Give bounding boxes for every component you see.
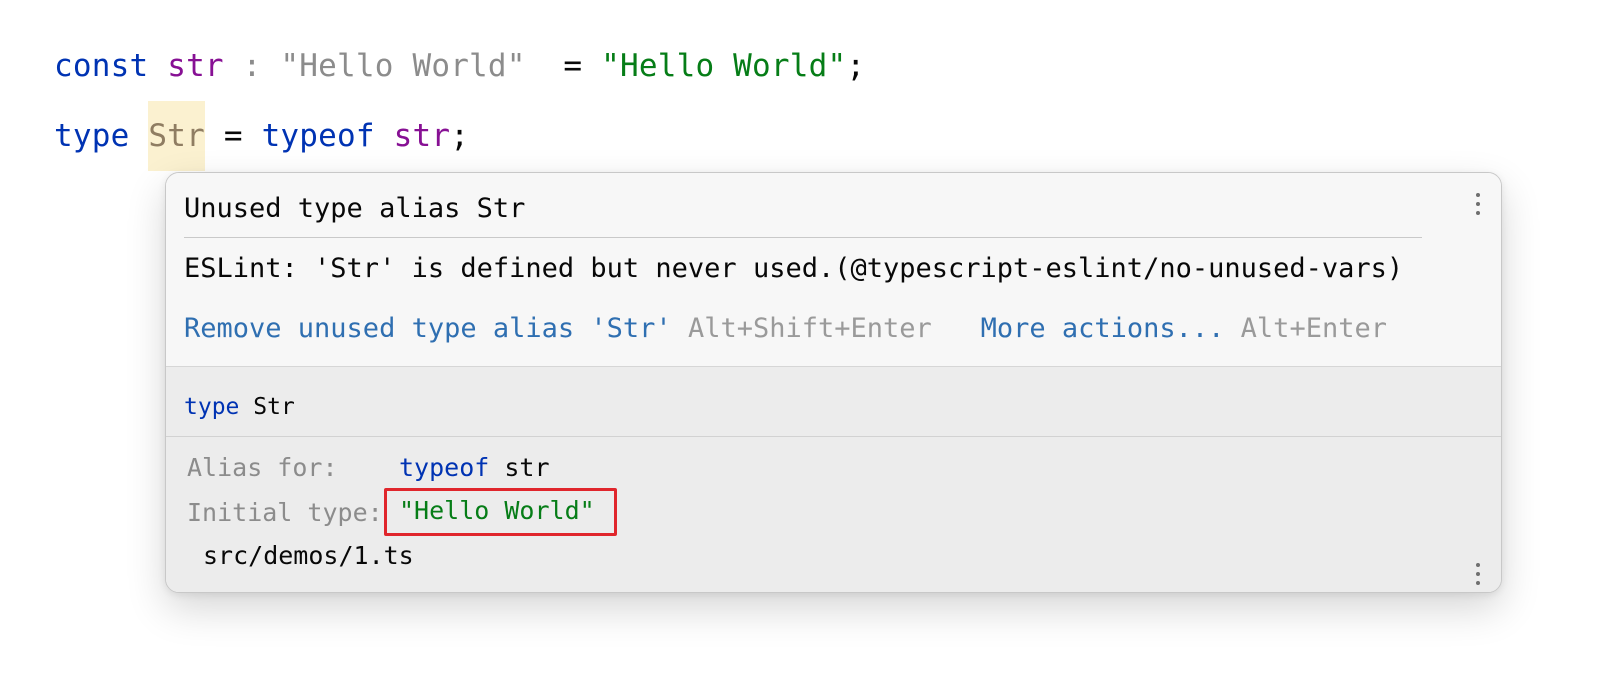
semicolon: ; <box>846 48 866 84</box>
keyword-typeof: typeof <box>261 118 375 154</box>
shortcut-hint: Alt+Enter <box>1240 313 1387 344</box>
divider <box>166 436 1501 437</box>
type-definition: type Str <box>184 390 295 424</box>
inspection-popup: Unused type alias Str ESLint: 'Str' is d… <box>165 172 1502 593</box>
divider <box>184 237 1422 238</box>
keyword-type: type <box>184 394 240 420</box>
code-line-const: const str : "Hello World" = "Hello World… <box>54 46 865 86</box>
type-name: Str <box>253 394 295 420</box>
semicolon: ; <box>450 118 470 154</box>
more-options-icon[interactable] <box>1468 559 1488 589</box>
more-options-icon[interactable] <box>1468 189 1488 219</box>
file-path[interactable]: src/demos/1.ts <box>203 539 414 573</box>
inlay-hint-colon: : <box>242 48 262 84</box>
keyword-const: const <box>54 48 149 84</box>
more-actions-link[interactable]: More actions... <box>981 313 1225 344</box>
initial-type-value: "Hello World" <box>399 496 595 525</box>
equals-operator: = <box>223 118 243 154</box>
type-alias-name-highlighted[interactable]: Str <box>148 101 205 171</box>
alias-for-value: typeof str <box>399 451 550 485</box>
initial-type-label: Initial type: <box>187 498 383 527</box>
variable-str[interactable]: str <box>167 48 224 84</box>
alias-ref[interactable]: str <box>504 453 549 482</box>
string-literal[interactable]: "Hello World" <box>601 48 846 84</box>
code-line-type: type Str = typeof str; <box>54 101 470 171</box>
quick-actions: Remove unused type alias 'Str' Alt+Shift… <box>184 309 1387 349</box>
eslint-message: ESLint: 'Str' is defined but never used.… <box>184 253 1404 284</box>
variable-ref-str[interactable]: str <box>394 118 451 154</box>
remove-unused-alias-link[interactable]: Remove unused type alias 'Str' <box>184 313 672 344</box>
shortcut-hint: Alt+Shift+Enter <box>687 313 932 344</box>
documentation-section: type Str Alias for: typeof str Initial t… <box>166 367 1501 592</box>
popup-problem-section: Unused type alias Str ESLint: 'Str' is d… <box>166 173 1501 366</box>
inlay-type-hint: "Hello World" <box>280 48 526 84</box>
equals-operator: = <box>563 48 583 84</box>
popup-title: Unused type alias Str <box>184 193 526 224</box>
alias-for-label: Alias for: <box>187 453 338 482</box>
keyword-typeof: typeof <box>399 453 490 482</box>
keyword-type: type <box>54 118 130 154</box>
